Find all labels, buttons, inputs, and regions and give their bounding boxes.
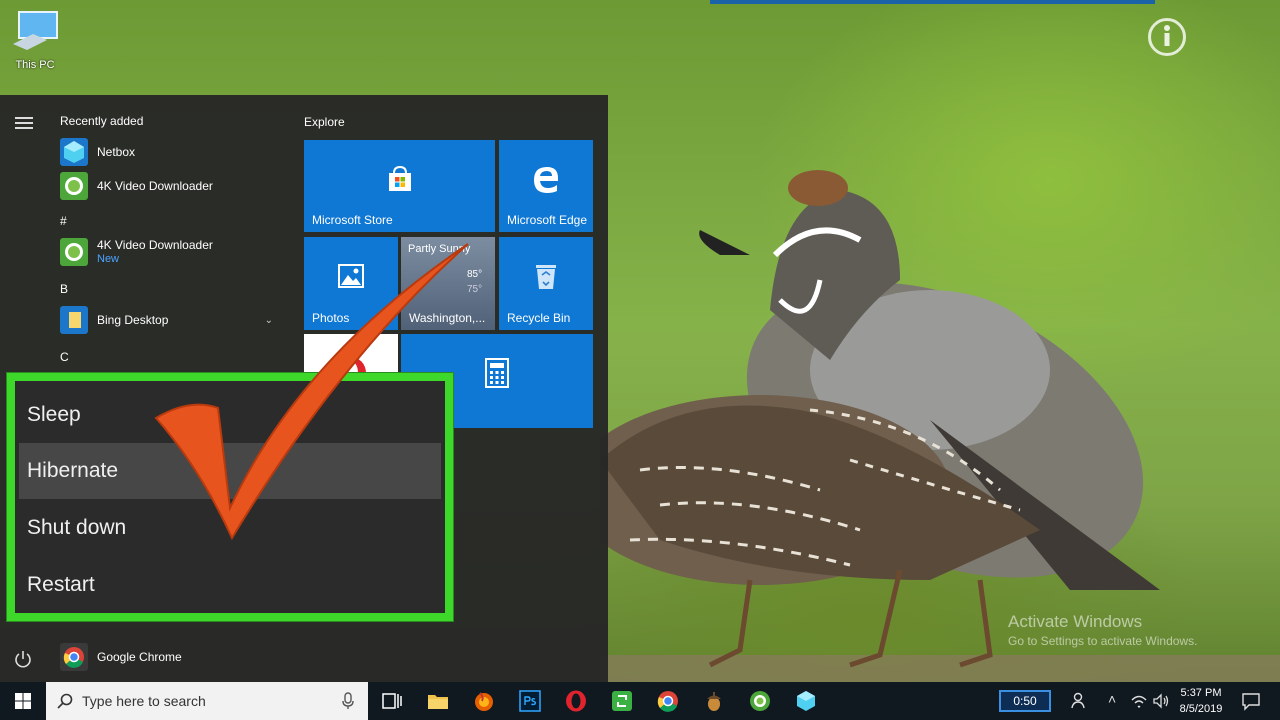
- app-new-badge: New: [97, 253, 120, 265]
- desktop-icon-this-pc[interactable]: This PC: [8, 10, 62, 71]
- tile-microsoft-store[interactable]: Microsoft Store: [304, 140, 495, 232]
- info-glyph: [1164, 25, 1170, 46]
- app-item-netbox[interactable]: Netbox: [60, 137, 285, 167]
- taskbar-search-box[interactable]: Type here to search: [46, 682, 368, 720]
- bing-desktop-icon: [60, 306, 88, 334]
- microphone-icon[interactable]: [342, 692, 354, 710]
- monitor-icon: [13, 11, 58, 50]
- tile-weather[interactable]: Partly Sunny 85° 75° Washington,...: [401, 237, 495, 330]
- calculator-icon: [485, 358, 509, 389]
- app-item-google-chrome[interactable]: Google Chrome: [60, 642, 285, 672]
- weather-condition: Partly Sunny: [408, 243, 471, 255]
- app-label: 4K Video Downloader New: [97, 238, 213, 266]
- wifi-icon[interactable]: [1130, 692, 1148, 710]
- app-item-4k-video-downloader[interactable]: 4K Video Downloader: [60, 171, 285, 201]
- app-item-4k-video-downloader-new[interactable]: 4K Video Downloader New: [60, 237, 285, 267]
- tile-label: Recycle Bin: [507, 311, 571, 325]
- firefox-icon[interactable]: [472, 689, 496, 713]
- power-options-menu: Sleep Hibernate Shut down Restart: [7, 373, 453, 621]
- clock-date: 8/5/2019: [1179, 703, 1223, 715]
- app-label: 4K Video Downloader: [97, 179, 213, 193]
- tile-label: Washington,...: [409, 311, 486, 325]
- power-option-sleep[interactable]: Sleep: [19, 387, 441, 443]
- tiles-group-header: Explore: [304, 115, 345, 129]
- show-hidden-icons-chevron-icon[interactable]: ˄: [1108, 691, 1116, 707]
- photos-icon: [338, 264, 364, 289]
- power-option-restart[interactable]: Restart: [19, 557, 441, 613]
- tile-photos[interactable]: Photos: [304, 237, 398, 330]
- weather-high: 85°: [467, 269, 483, 280]
- info-icon[interactable]: [1148, 18, 1186, 56]
- windows-logo-icon: [15, 693, 31, 709]
- quail-birds-image: [600, 170, 1160, 668]
- hamburger-menu-icon[interactable]: [15, 117, 33, 132]
- chrome-icon: [60, 643, 88, 671]
- 4k-video-downloader-icon: [60, 238, 88, 266]
- file-explorer-icon[interactable]: [426, 689, 450, 713]
- tile-recycle-bin[interactable]: Recycle Bin: [499, 237, 593, 330]
- app-label: Netbox: [97, 145, 136, 159]
- people-icon[interactable]: [1070, 691, 1090, 711]
- group-letter-hash[interactable]: #: [60, 214, 67, 228]
- app-name: 4K Video Downloader: [97, 238, 213, 252]
- netbox-icon[interactable]: [794, 689, 818, 713]
- volume-icon[interactable]: [1152, 692, 1170, 710]
- search-placeholder: Type here to search: [82, 693, 206, 709]
- app-item-bing-desktop[interactable]: Bing Desktop ⌄: [60, 305, 285, 335]
- tile-label: Microsoft Store: [312, 213, 393, 227]
- power-icon[interactable]: [14, 650, 32, 668]
- action-center-icon[interactable]: [1241, 691, 1261, 711]
- task-view-icon[interactable]: [380, 689, 404, 713]
- acorn-icon[interactable]: [702, 689, 726, 713]
- power-option-hibernate[interactable]: Hibernate: [19, 443, 441, 499]
- system-clock[interactable]: 5:37 PM 8/5/2019: [1170, 685, 1232, 717]
- recently-added-header: Recently added: [60, 114, 144, 128]
- camtasia-icon[interactable]: [610, 689, 634, 713]
- photoshop-icon[interactable]: [518, 689, 542, 713]
- app-label: Bing Desktop: [97, 313, 169, 327]
- taskbar: Type here to search 0:50 ˄ 5:37 PM 8/5/2…: [0, 682, 1280, 720]
- recording-timer[interactable]: 0:50: [999, 690, 1051, 712]
- tile-microsoft-edge[interactable]: Microsoft Edge: [499, 140, 593, 232]
- search-icon: [57, 693, 73, 709]
- weather-low: 75°: [467, 284, 483, 295]
- recycle-bin-icon: [536, 265, 556, 290]
- 4k-video-downloader-icon[interactable]: [748, 689, 772, 713]
- power-option-shut-down[interactable]: Shut down: [19, 500, 441, 556]
- desktop-icon-label: This PC: [15, 59, 55, 71]
- chevron-down-icon[interactable]: ⌄: [265, 315, 273, 326]
- chrome-icon[interactable]: [656, 689, 680, 713]
- watermark-title: Activate Windows: [1008, 612, 1143, 631]
- app-label: Google Chrome: [97, 650, 182, 664]
- opera-icon[interactable]: [564, 689, 588, 713]
- 4k-video-downloader-icon: [60, 172, 88, 200]
- edge-icon: [534, 166, 558, 193]
- start-button[interactable]: [0, 682, 46, 720]
- store-icon: [388, 165, 411, 191]
- tile-label: Microsoft Edge: [507, 213, 588, 227]
- video-progress-strip: [710, 0, 1155, 4]
- watermark-subtitle: Go to Settings to activate Windows.: [1008, 634, 1198, 648]
- group-letter-c[interactable]: C: [60, 350, 69, 364]
- clock-time: 5:37 PM: [1180, 687, 1222, 699]
- group-letter-b[interactable]: B: [60, 282, 68, 296]
- activate-windows-watermark: Activate Windows Go to Settings to activ…: [1008, 612, 1197, 648]
- netbox-icon: [60, 138, 88, 166]
- tile-label: Photos: [312, 311, 350, 325]
